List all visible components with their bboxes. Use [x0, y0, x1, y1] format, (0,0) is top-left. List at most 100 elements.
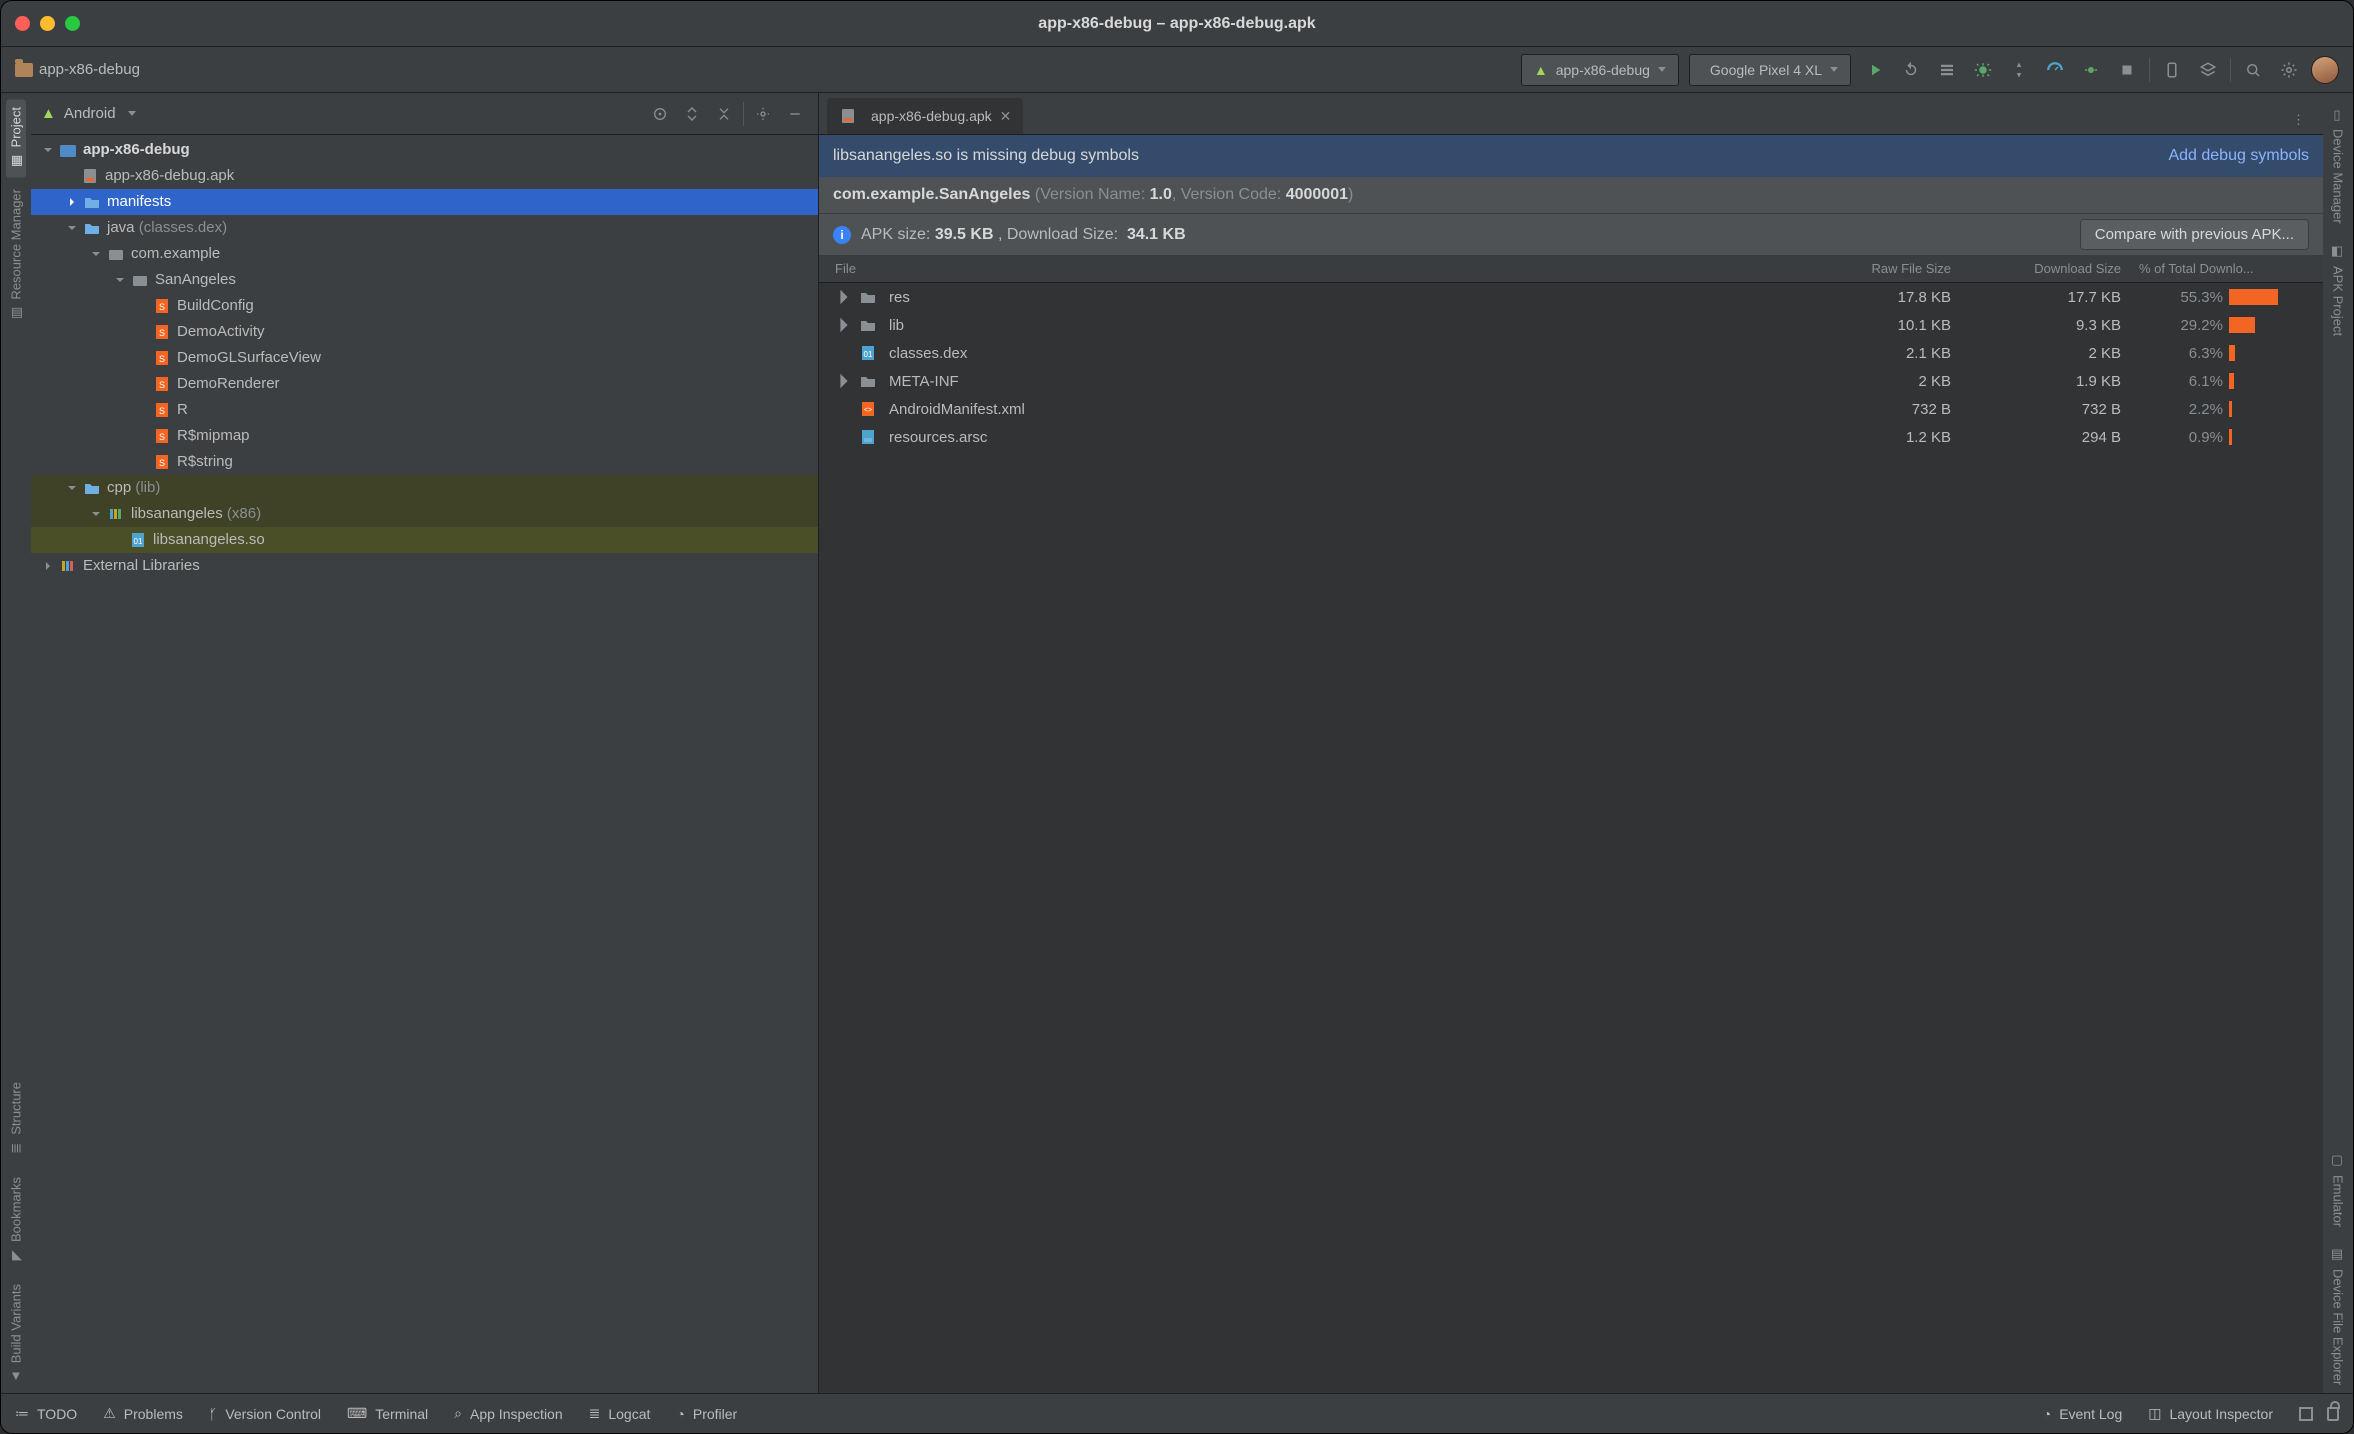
table-row[interactable]: META-INF2 KB1.9 KB6.1% [819, 367, 2323, 395]
settings-button[interactable] [2275, 56, 2303, 84]
collapse-all-button[interactable] [711, 101, 737, 127]
package-icon [107, 246, 125, 262]
smali-icon: S [153, 350, 171, 366]
right-tool-strip: ▯ Device Manager ◧ APK Project ▢ Emulato… [2323, 93, 2353, 1393]
raw-size: 2 KB [1793, 373, 1963, 390]
tree-class-demorenderer[interactable]: S DemoRenderer [31, 371, 818, 397]
tree-class-r[interactable]: S R [31, 397, 818, 423]
breadcrumb[interactable]: app-x86-debug [15, 61, 140, 78]
apk-size-info: i APK size: 39.5 KB , Download Size: 34.… [819, 213, 2323, 255]
android-icon: ▲ [1534, 62, 1548, 78]
tree-libsanangeles-so[interactable]: 01 libsanangeles.so [31, 527, 818, 553]
svg-text:S: S [159, 380, 165, 390]
emulator-tab[interactable]: ▢ Emulator [2328, 1145, 2348, 1235]
presentation-assistant-icon[interactable] [2299, 1407, 2313, 1421]
sdk-manager-button[interactable] [2194, 56, 2222, 84]
folder-icon [859, 289, 877, 305]
tree-class-rmipmap[interactable]: S R$mipmap [31, 423, 818, 449]
minimize-window-button[interactable] [40, 16, 55, 31]
ide-lock-icon[interactable] [2327, 1407, 2339, 1421]
table-row[interactable]: lib10.1 KB9.3 KB29.2% [819, 311, 2323, 339]
status-app-inspection[interactable]: ⌕App Inspection [454, 1405, 562, 1422]
run-with-coverage-button[interactable] [1933, 56, 1961, 84]
panel-settings-button[interactable] [750, 101, 776, 127]
resource-manager-tab[interactable]: ▤ Resource Manager [6, 181, 26, 330]
expand-icon[interactable] [835, 316, 853, 334]
chevron-down-icon [1658, 67, 1666, 72]
expand-icon[interactable] [835, 288, 853, 306]
account-avatar[interactable] [2311, 56, 2339, 84]
close-window-button[interactable] [15, 16, 30, 31]
editor-tab-apk[interactable]: app-x86-debug.apk ✕ [827, 98, 1023, 134]
status-event-log[interactable]: ◔Event Log [2043, 1406, 2123, 1422]
editor-tabs: app-x86-debug.apk ✕ ⋮ [819, 93, 2323, 135]
tree-manifests[interactable]: manifests [31, 189, 818, 215]
tree-class-demoglsurfaceview[interactable]: S DemoGLSurfaceView [31, 345, 818, 371]
svg-text:S: S [159, 328, 165, 338]
expand-all-button[interactable] [679, 101, 705, 127]
structure-tab[interactable]: ≣ Structure [6, 1074, 26, 1165]
tree-java[interactable]: java (classes.dex) [31, 215, 818, 241]
status-terminal[interactable]: ⌨Terminal [347, 1405, 428, 1422]
profiler-icon: ◔ [676, 1406, 684, 1422]
branch-icon: ᚶ [209, 1406, 217, 1422]
apply-changes-button[interactable] [2005, 56, 2033, 84]
tree-libsanangeles[interactable]: libsanangeles (x86) [31, 501, 818, 527]
tree-cpp[interactable]: cpp (lib) [31, 475, 818, 501]
device-file-explorer-tab[interactable]: ▤ Device File Explorer [2328, 1239, 2348, 1393]
status-todo[interactable]: ≔TODO [15, 1405, 77, 1422]
compare-apk-button[interactable]: Compare with previous APK... [2080, 219, 2309, 250]
add-debug-symbols-link[interactable]: Add debug symbols [2168, 147, 2309, 165]
tree-pkg-sanangeles[interactable]: SanAngeles [31, 267, 818, 293]
device-manager-tab[interactable]: ▯ Device Manager [2328, 99, 2348, 232]
project-icon: ▦ [8, 153, 24, 169]
stop-button[interactable] [2113, 56, 2141, 84]
download-size: 1.9 KB [1963, 373, 2133, 390]
project-toolwindow-tab[interactable]: ▦ Project [6, 99, 26, 177]
rerun-button[interactable] [1897, 56, 1925, 84]
bookmarks-tab[interactable]: ◥ Bookmarks [6, 1169, 26, 1272]
zoom-window-button[interactable] [65, 16, 80, 31]
tree-root[interactable]: app-x86-debug [31, 137, 818, 163]
status-logcat[interactable]: ≣Logcat [589, 1405, 651, 1422]
device-combo[interactable]: Google Pixel 4 XL [1689, 54, 1851, 86]
table-row[interactable]: resources.arsc1.2 KB294 B0.9% [819, 423, 2323, 451]
search-everywhere-button[interactable] [2239, 56, 2267, 84]
tab-more-button[interactable]: ⋮ [2282, 106, 2315, 134]
status-profiler[interactable]: ◔Profiler [676, 1406, 737, 1422]
project-tree[interactable]: app-x86-debug app-x86-debug.apk manifest… [31, 135, 818, 1393]
expand-icon[interactable] [835, 372, 853, 390]
library-icon [59, 558, 77, 574]
table-row[interactable]: res17.8 KB17.7 KB55.3% [819, 283, 2323, 311]
apk-project-tab[interactable]: ◧ APK Project [2328, 236, 2348, 344]
tree-class-demoactivity[interactable]: S DemoActivity [31, 319, 818, 345]
status-layout-inspector[interactable]: ◫Layout Inspector [2148, 1405, 2273, 1422]
status-vcs[interactable]: ᚶVersion Control [209, 1406, 321, 1422]
run-configuration-combo[interactable]: ▲ app-x86-debug [1521, 54, 1679, 86]
hide-panel-button[interactable] [782, 101, 808, 127]
percent: 2.2% [2133, 401, 2223, 418]
build-variants-tab[interactable]: ▲ Build Variants [6, 1276, 26, 1393]
select-opened-file-button[interactable] [647, 101, 673, 127]
attach-debugger-button[interactable] [2077, 56, 2105, 84]
device-manager-button[interactable] [2158, 56, 2186, 84]
structure-icon: ≣ [8, 1141, 24, 1157]
close-tab-button[interactable]: ✕ [1000, 108, 1012, 125]
table-row[interactable]: 01classes.dex2.1 KB2 KB6.3% [819, 339, 2323, 367]
project-view-selector[interactable]: ▲ Android [41, 105, 136, 122]
tree-apk[interactable]: app-x86-debug.apk [31, 163, 818, 189]
tree-pkg-com-example[interactable]: com.example [31, 241, 818, 267]
main-toolbar: app-x86-debug ▲ app-x86-debug Google Pix… [1, 47, 2353, 93]
svg-text:S: S [159, 302, 165, 312]
run-button[interactable] [1861, 56, 1889, 84]
percent-bar [2229, 345, 2235, 361]
debug-button[interactable] [1969, 56, 1997, 84]
tree-external-libraries[interactable]: External Libraries [31, 553, 818, 579]
table-row[interactable]: <>AndroidManifest.xml732 B732 B2.2% [819, 395, 2323, 423]
profile-button[interactable] [2041, 56, 2069, 84]
tree-class-buildconfig[interactable]: S BuildConfig [31, 293, 818, 319]
status-problems[interactable]: ⚠Problems [103, 1405, 183, 1422]
file-name: classes.dex [889, 345, 967, 362]
tree-class-rstring[interactable]: S R$string [31, 449, 818, 475]
percent-bar [2229, 429, 2232, 445]
